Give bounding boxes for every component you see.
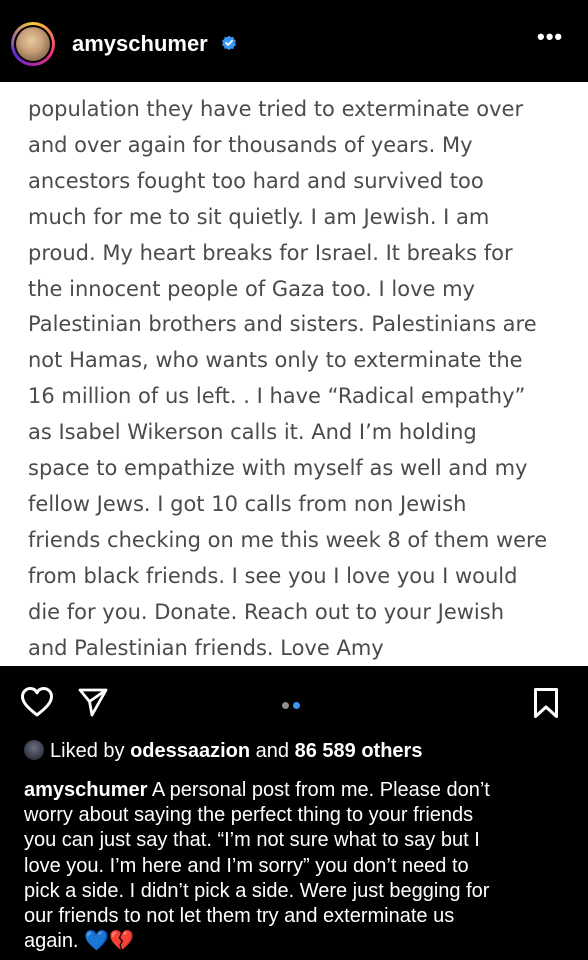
send-icon[interactable] xyxy=(77,686,109,718)
likes-middle: and xyxy=(250,740,295,762)
post-text-line: ancestors fought too hard and survived t… xyxy=(28,168,484,193)
caption-line: you can just say that. “I’m not sure wha… xyxy=(24,829,480,852)
caption-line: amyschumer A personal post from me. Plea… xyxy=(24,778,584,803)
caption-line: pick a side. I didn’t pick a side. Were … xyxy=(24,879,490,902)
verified-badge-icon xyxy=(222,35,236,51)
action-bar xyxy=(0,666,588,736)
carousel-dot xyxy=(282,702,289,709)
post-text-line: fellow Jews. I got 10 calls from non Jew… xyxy=(28,491,467,516)
username[interactable]: amyschumer xyxy=(72,31,208,57)
post-text-line: not Hamas, who wants only to exterminate… xyxy=(28,348,523,373)
caption-username[interactable]: amyschumer xyxy=(24,779,147,801)
liker-avatar xyxy=(24,740,44,760)
caption-line: worry about saying the perfect thing to … xyxy=(24,804,474,827)
caption-line: love you. I’m here and I’m sorry” you do… xyxy=(24,854,469,877)
bookmark-icon[interactable] xyxy=(533,687,559,719)
post-text-line: population they have tried to exterminat… xyxy=(28,97,524,121)
more-options-icon[interactable]: ••• xyxy=(537,24,563,50)
post-text-line: and over again for thousands of years. M… xyxy=(28,132,473,157)
caption-line: again. 💙💔 xyxy=(24,930,134,953)
post-text-line: and Palestinian friends. Love Amy xyxy=(28,635,384,660)
post-text: population they have tried to exterminat… xyxy=(28,92,584,667)
heart-icon[interactable] xyxy=(20,686,54,718)
post-text-line: proud. My heart breaks for Israel. It br… xyxy=(28,240,513,265)
caption-text: A personal post from me. Please don’t xyxy=(147,779,490,801)
caption-line: our friends to not let them try and exte… xyxy=(24,905,455,928)
carousel-indicator xyxy=(282,696,304,714)
profile-avatar[interactable] xyxy=(11,22,55,66)
likes-prefix: Liked by xyxy=(50,740,131,762)
post-text-line: as Isabel Wikerson calls it. And I’m hol… xyxy=(28,420,477,445)
post-text-line: from black friends. I see you I love you… xyxy=(28,563,518,588)
post-text-line: the innocent people of Gaza too. I love … xyxy=(28,276,475,301)
post-image[interactable]: population they have tried to exterminat… xyxy=(0,82,588,666)
carousel-dot-active xyxy=(293,702,300,709)
post-header: amyschumer ••• xyxy=(0,0,588,82)
likes-summary[interactable]: Liked by odessaazion and 86 589 others xyxy=(24,740,422,770)
post-text-line: 16 million of us left. . I have “Radical… xyxy=(28,384,526,409)
post-text-line: much for me to sit quietly. I am Jewish.… xyxy=(28,204,490,229)
caption: amyschumer A personal post from me. Plea… xyxy=(24,778,584,954)
post-text-line: die for you. Donate. Reach out to your J… xyxy=(28,599,505,624)
avatar-photo xyxy=(16,27,50,61)
likes-count[interactable]: 86 589 others xyxy=(295,740,423,762)
liker-username[interactable]: odessaazion xyxy=(130,740,250,762)
avatar-ring xyxy=(14,25,52,63)
post-text-line: Palestinian brothers and sisters. Palest… xyxy=(28,312,537,337)
post-text-line: space to empathize with myself as well a… xyxy=(28,456,528,481)
post-text-line: friends checking on me this week 8 of th… xyxy=(28,527,548,552)
